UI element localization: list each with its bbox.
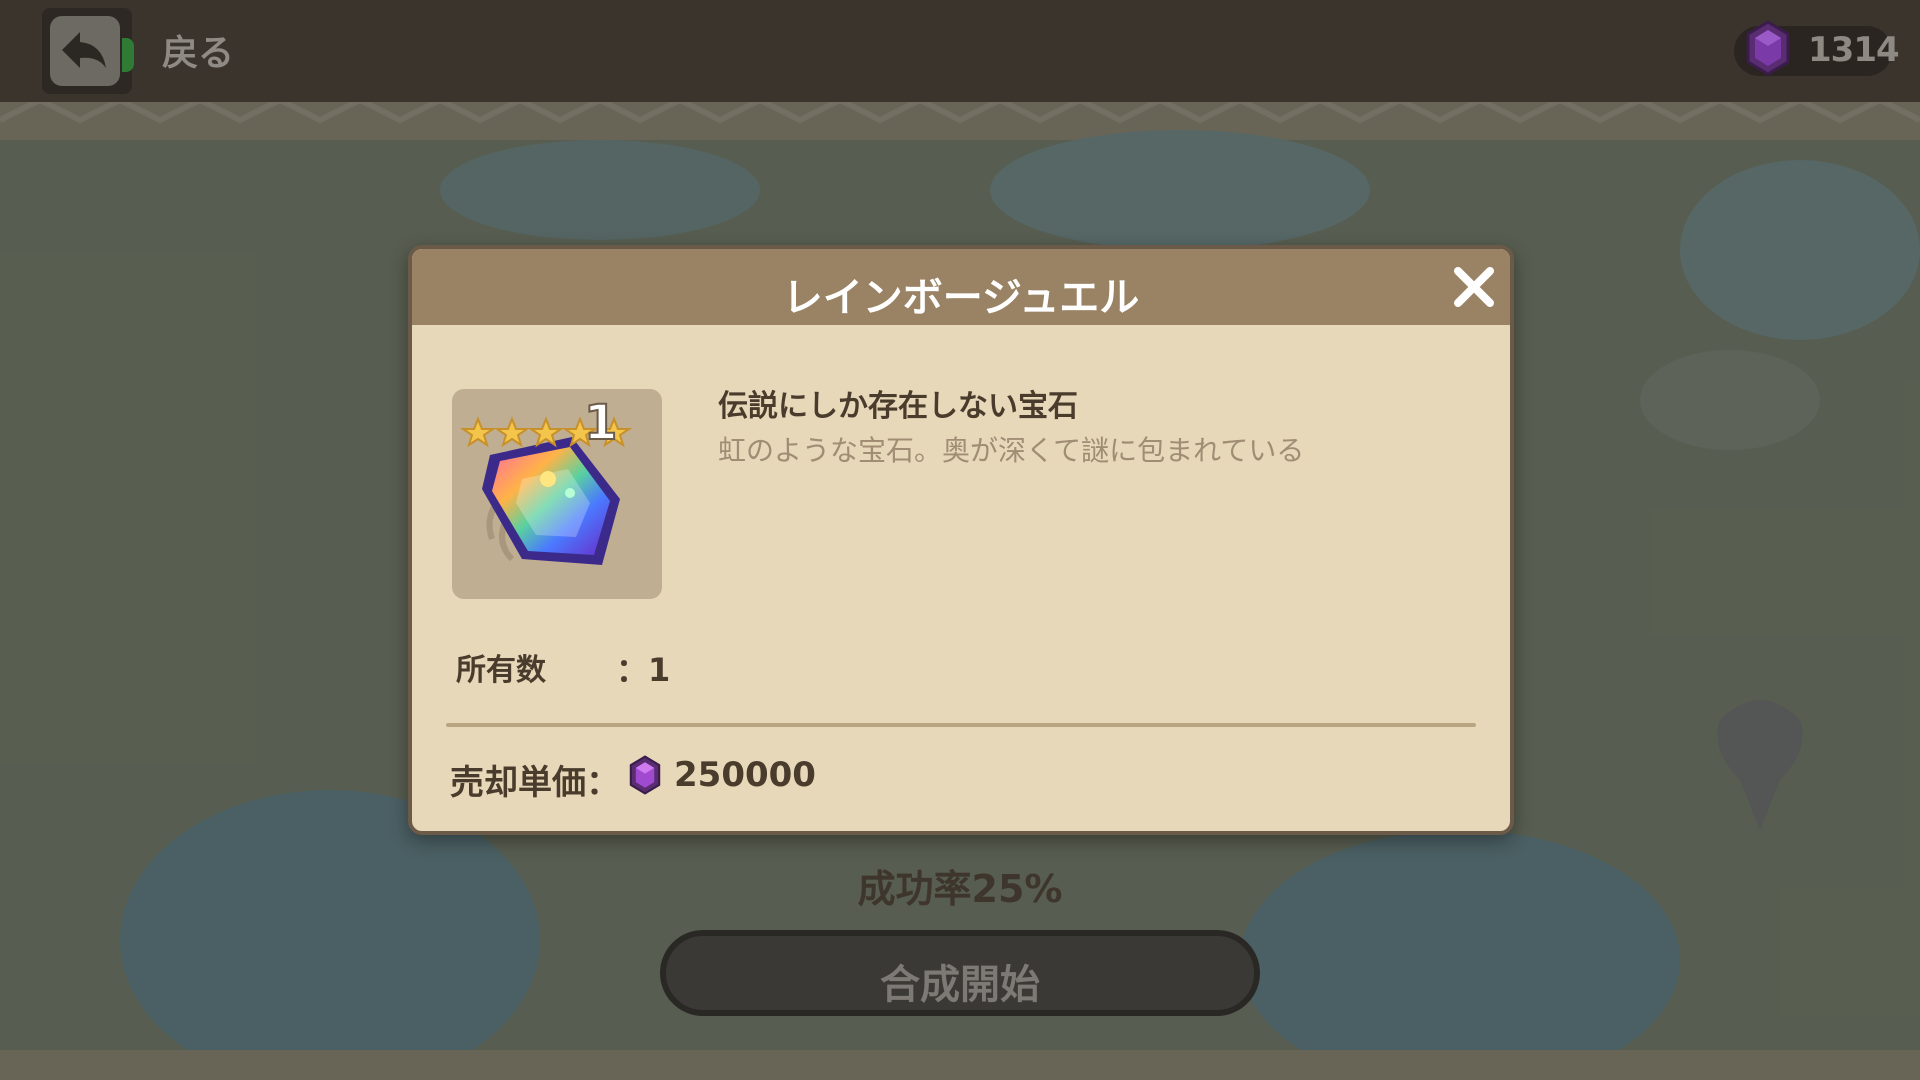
back-button[interactable] [42, 8, 134, 94]
success-rate-text: 成功率25% [857, 867, 1063, 911]
start-synthesis-button[interactable]: 合成開始 [660, 930, 1260, 1016]
item-description: 虹のような宝石。奥が深くて謎に包まれている [718, 434, 1305, 467]
close-button[interactable] [1450, 263, 1498, 311]
back-arrow-icon [50, 16, 120, 86]
currency-value: 1314 [1808, 30, 1900, 70]
back-label[interactable]: 戻る [162, 24, 234, 76]
dialog-title: レインボージュエル [782, 275, 1140, 321]
item-quantity-badge: 1 [583, 394, 618, 452]
item-detail-dialog: レインボージュエル 1 伝説にしか存在しない宝石 虹のような宝石。奥が深くて謎に… [408, 245, 1514, 835]
close-icon [1454, 267, 1494, 307]
purple-gem-icon [629, 755, 661, 795]
sell-price-label: 売却単価： [450, 763, 620, 803]
purple-gem-icon [1746, 20, 1790, 76]
dialog-header: レインボージュエル [412, 249, 1510, 325]
owned-count-label: 所有数 [456, 653, 546, 688]
divider [446, 723, 1476, 727]
sell-price-value: 250000 [674, 755, 816, 795]
item-subtitle: 伝説にしか存在しない宝石 [718, 389, 1078, 424]
rainbow-jewel-icon [459, 416, 633, 565]
item-card [452, 389, 662, 599]
top-bar: 戻る 1314 [0, 0, 1920, 102]
start-synthesis-label: 合成開始 [880, 962, 1040, 1008]
owned-count-value: ：1 [616, 651, 671, 689]
back-button-tab [122, 38, 134, 72]
